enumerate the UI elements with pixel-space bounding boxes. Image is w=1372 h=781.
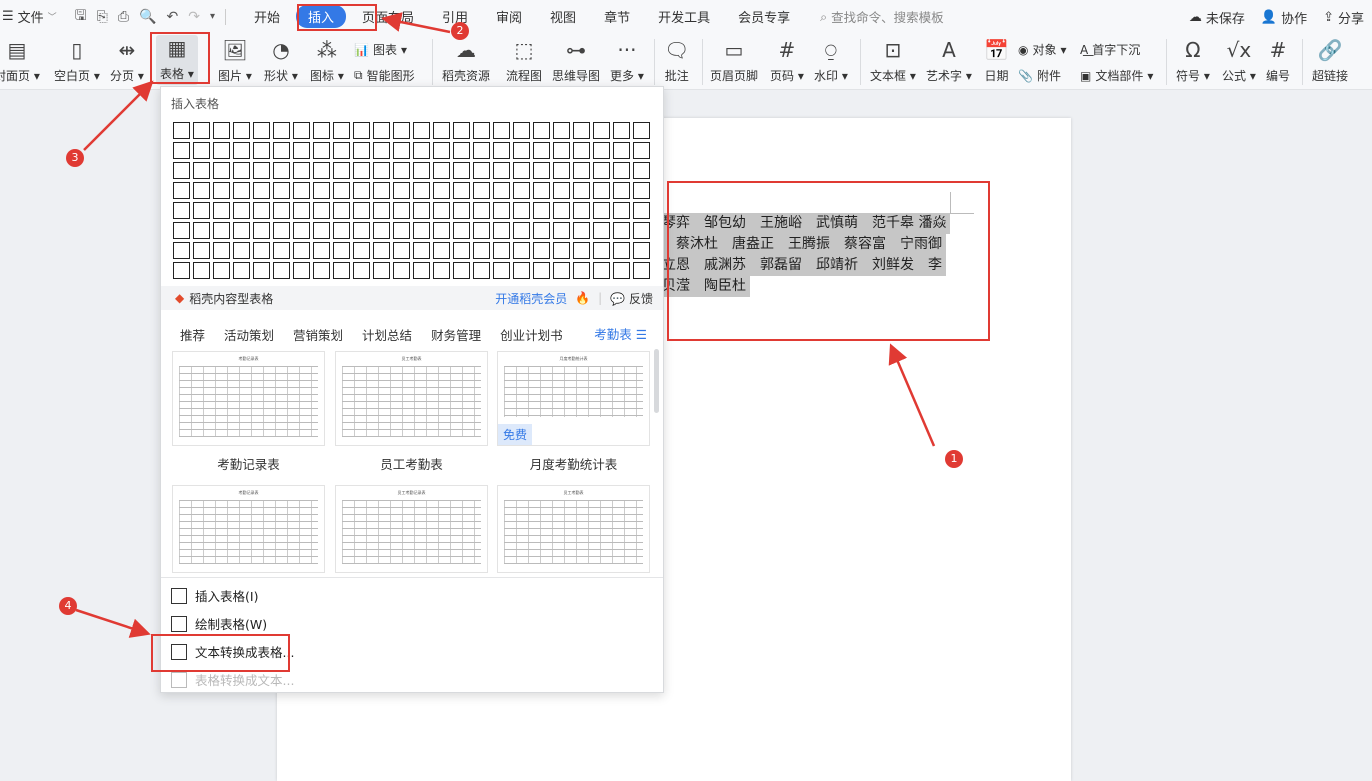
annotation-arrow-1 bbox=[888, 343, 936, 447]
annotation-arrows bbox=[75, 12, 936, 638]
annotation-arrow-3 bbox=[83, 80, 154, 151]
annotation-arrow-2 bbox=[381, 12, 451, 34]
annotation-badge-2: 2 bbox=[451, 22, 469, 40]
annotation-badge-3: 3 bbox=[66, 149, 84, 167]
annotation-badge-4: 4 bbox=[59, 597, 77, 615]
annotation-badge-1: 1 bbox=[945, 450, 963, 468]
annotation-arrow-4 bbox=[75, 608, 151, 638]
